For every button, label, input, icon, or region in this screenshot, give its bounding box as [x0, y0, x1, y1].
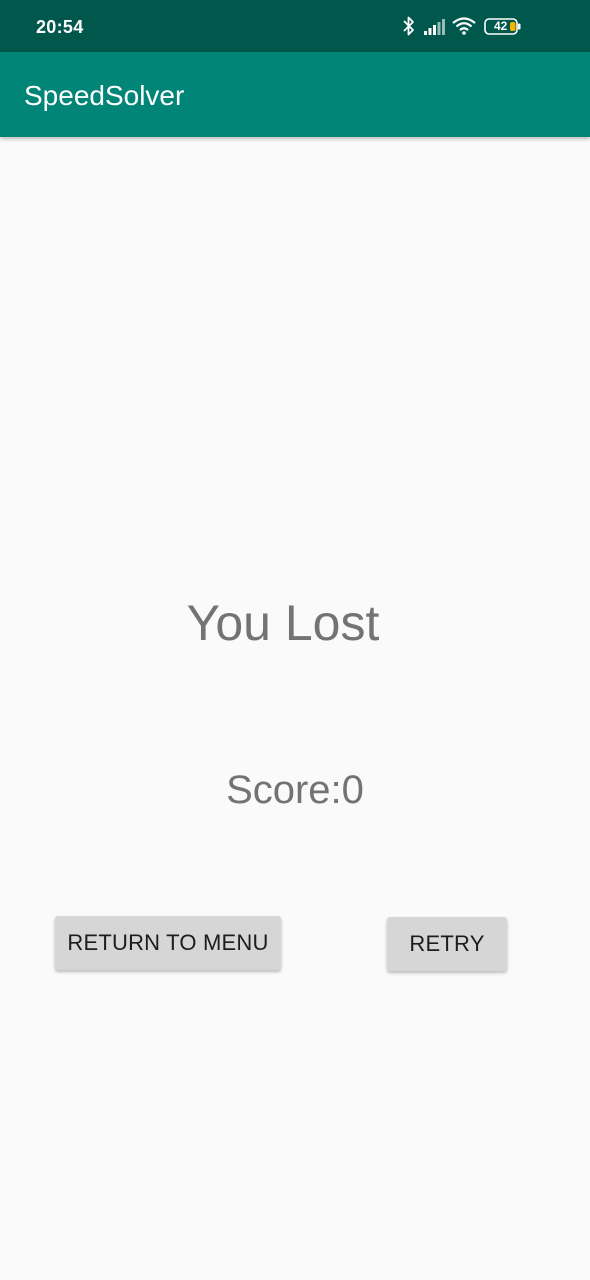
app-bar: SpeedSolver [0, 52, 590, 137]
result-title: You Lost [186, 595, 380, 651]
wifi-icon [452, 17, 476, 35]
retry-button[interactable]: RETRY [387, 917, 507, 971]
battery-level: 42 [494, 19, 508, 33]
status-bar: 20:54 42 [0, 0, 590, 52]
signal-icon [424, 19, 445, 35]
return-to-menu-button[interactable]: RETURN TO MENU [55, 916, 281, 970]
status-time: 20:54 [36, 17, 84, 37]
bluetooth-icon [403, 16, 414, 36]
app-title: SpeedSolver [24, 80, 185, 111]
score-text: Score:0 [226, 768, 364, 812]
